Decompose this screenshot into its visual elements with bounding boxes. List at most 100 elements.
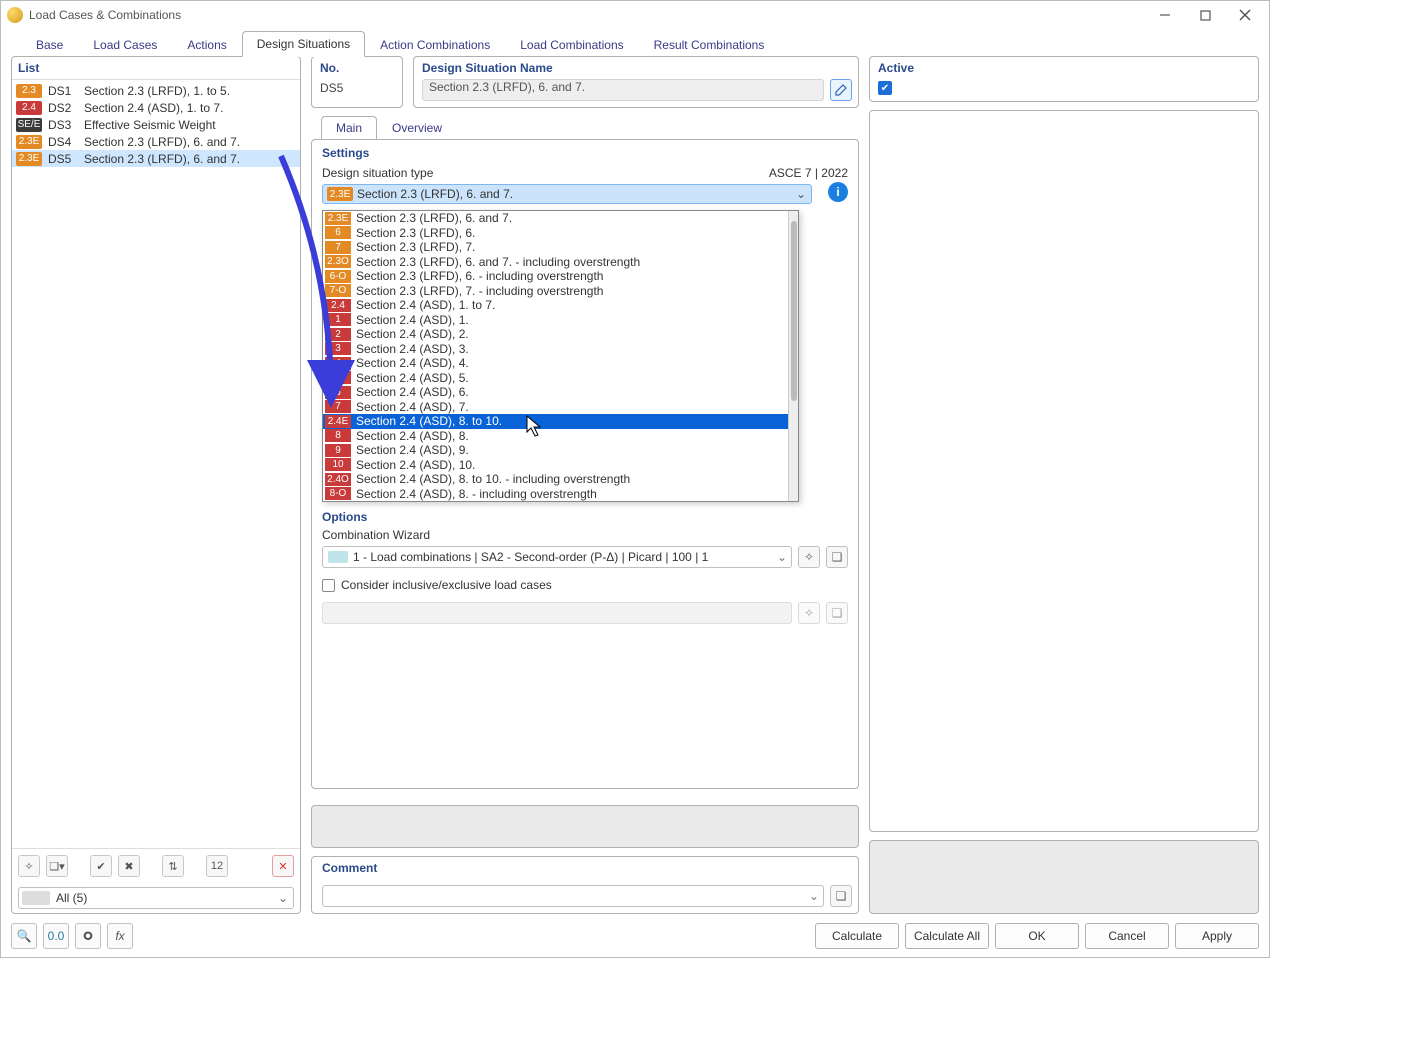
dropdown-scrollbar[interactable] (788, 211, 798, 501)
dropdown-item[interactable]: 2.3E Section 2.3 (LRFD), 6. and 7. (323, 211, 788, 226)
dropdown-item-badge: 8 (325, 429, 351, 442)
tab-design-situations[interactable]: Design Situations (242, 31, 365, 57)
dropdown-item-text: Section 2.4 (ASD), 8. to 10. - including… (356, 472, 630, 486)
ds-id: DS5 (48, 152, 78, 166)
comment-header: Comment (312, 857, 858, 881)
design-situation-name-input[interactable]: Section 2.3 (LRFD), 6. and 7. (422, 79, 824, 101)
cancel-button[interactable]: Cancel (1085, 923, 1169, 949)
dropdown-item-badge: 6 (325, 386, 351, 399)
name-header: Design Situation Name (414, 57, 858, 79)
filter-text: All (5) (50, 891, 273, 905)
dropdown-item[interactable]: 10 Section 2.4 (ASD), 10. (323, 458, 788, 473)
wizard-value: 1 - Load combinations | SA2 - Second-ord… (353, 550, 773, 564)
wizard-edit-button[interactable]: ❏ (826, 546, 848, 568)
uncheck-button[interactable]: ✖ (118, 855, 140, 877)
list-item[interactable]: 2.3E DS5 Section 2.3 (LRFD), 6. and 7. (12, 150, 300, 167)
calculate-button[interactable]: Calculate (815, 923, 899, 949)
subtab-main[interactable]: Main (321, 116, 377, 140)
badge: 2.3E (16, 135, 42, 149)
dropdown-item-badge: 2.3E (325, 212, 351, 225)
dropdown-item[interactable]: 4 Section 2.4 (ASD), 4. (323, 356, 788, 371)
dropdown-item-badge: 2.4 (325, 299, 351, 312)
dropdown-item-text: Section 2.3 (LRFD), 6. and 7. (356, 211, 512, 225)
list-item[interactable]: SE/E DS3 Effective Seismic Weight (12, 116, 300, 133)
badge: 2.4 (16, 101, 42, 115)
units-tool-button[interactable]: 0.0 (43, 923, 69, 949)
dropdown-item[interactable]: 7 Section 2.4 (ASD), 7. (323, 400, 788, 415)
maximize-button[interactable] (1185, 4, 1225, 26)
close-button[interactable] (1225, 4, 1265, 26)
list-item[interactable]: 2.4 DS2 Section 2.4 (ASD), 1. to 7. (12, 99, 300, 116)
dropdown-item-text: Section 2.4 (ASD), 8. - including overst… (356, 487, 597, 501)
dropdown-item[interactable]: 2.4 Section 2.4 (ASD), 1. to 7. (323, 298, 788, 313)
list-filter-dropdown[interactable]: All (5) ⌄ (18, 887, 294, 909)
tab-action-combinations[interactable]: Action Combinations (365, 32, 505, 57)
ok-button[interactable]: OK (995, 923, 1079, 949)
dropdown-item[interactable]: 6 Section 2.4 (ASD), 6. (323, 385, 788, 400)
dropdown-item[interactable]: 2.4E Section 2.4 (ASD), 8. to 10. (323, 414, 788, 429)
dropdown-item-badge: 10 (325, 458, 351, 471)
wizard-color-swatch (328, 551, 348, 563)
dropdown-item[interactable]: 8-O Section 2.4 (ASD), 8. - including ov… (323, 487, 788, 502)
dropdown-item[interactable]: 9 Section 2.4 (ASD), 9. (323, 443, 788, 458)
dropdown-item-badge: 7 (325, 241, 351, 254)
dropdown-item-badge: 2.4O (325, 473, 351, 486)
comment-input[interactable]: ⌄ (322, 885, 824, 907)
list-item[interactable]: 2.3 DS1 Section 2.3 (LRFD), 1. to 5. (12, 82, 300, 99)
dropdown-item[interactable]: 8 Section 2.4 (ASD), 8. (323, 429, 788, 444)
dropdown-item[interactable]: 2.4O Section 2.4 (ASD), 8. to 10. - incl… (323, 472, 788, 487)
comment-attach-button[interactable]: ❏ (830, 885, 852, 907)
standard-reference: ASCE 7 | 2022 (769, 166, 848, 180)
dropdown-item[interactable]: 6 Section 2.3 (LRFD), 6. (323, 226, 788, 241)
ds-name: Section 2.3 (LRFD), 6. and 7. (84, 135, 296, 149)
inclusive-new-button: ✧ (798, 602, 820, 624)
hierarchy-tool-button[interactable]: 🞉 (75, 923, 101, 949)
wizard-new-button[interactable]: ✧ (798, 546, 820, 568)
scrollbar-thumb[interactable] (791, 221, 797, 401)
dropdown-item-badge: 1 (325, 313, 351, 326)
tab-actions[interactable]: Actions (172, 32, 241, 57)
combination-wizard-dropdown[interactable]: 1 - Load combinations | SA2 - Second-ord… (322, 546, 792, 568)
active-header: Active (870, 57, 1258, 79)
design-situation-type-dropdown[interactable]: 2.3E Section 2.3 (LRFD), 6. and 7. ⌄ (322, 184, 812, 204)
design-situation-type-popup[interactable]: 2.3E Section 2.3 (LRFD), 6. and 7.6 Sect… (322, 210, 799, 502)
info-button[interactable]: i (828, 182, 848, 202)
chevron-down-icon: ⌄ (273, 891, 293, 905)
dropdown-item[interactable]: 1 Section 2.4 (ASD), 1. (323, 313, 788, 328)
function-tool-button[interactable]: fx (107, 923, 133, 949)
subtab-overview[interactable]: Overview (377, 116, 457, 140)
dropdown-item[interactable]: 3 Section 2.4 (ASD), 3. (323, 342, 788, 357)
delete-button[interactable]: ✕ (272, 855, 294, 877)
settings-header: Settings (312, 140, 858, 166)
dropdown-item[interactable]: 2.3O Section 2.3 (LRFD), 6. and 7. - inc… (323, 255, 788, 270)
edit-name-button[interactable] (830, 79, 852, 101)
resort-button[interactable]: ⇅ (162, 855, 184, 877)
tab-result-combinations[interactable]: Result Combinations (639, 32, 780, 57)
design-situation-list[interactable]: 2.3 DS1 Section 2.3 (LRFD), 1. to 5. 2.4… (12, 80, 300, 848)
dropdown-item-text: Section 2.4 (ASD), 4. (356, 356, 469, 370)
dropdown-item[interactable]: 7 Section 2.3 (LRFD), 7. (323, 240, 788, 255)
dropdown-item[interactable]: 7-O Section 2.3 (LRFD), 7. - including o… (323, 284, 788, 299)
check-button[interactable]: ✔ (90, 855, 112, 877)
renumber-button[interactable]: 12 (206, 855, 228, 877)
apply-button[interactable]: Apply (1175, 923, 1259, 949)
consider-checkbox[interactable] (322, 579, 335, 592)
preview-area (311, 805, 859, 848)
dropdown-item-badge: 2 (325, 328, 351, 341)
tab-load-cases[interactable]: Load Cases (78, 32, 172, 57)
search-tool-button[interactable]: 🔍 (11, 923, 37, 949)
list-item[interactable]: 2.3E DS4 Section 2.3 (LRFD), 6. and 7. (12, 133, 300, 150)
dropdown-item-text: Section 2.3 (LRFD), 6. (356, 226, 475, 240)
minimize-button[interactable] (1145, 4, 1185, 26)
calculate-all-button[interactable]: Calculate All (905, 923, 989, 949)
dropdown-item-badge: 2.3O (325, 255, 351, 268)
active-checkbox[interactable]: ✔ (878, 81, 892, 95)
copy-button[interactable]: ❏▾ (46, 855, 68, 877)
new-button[interactable]: ✧ (18, 855, 40, 877)
dropdown-item[interactable]: 5 Section 2.4 (ASD), 5. (323, 371, 788, 386)
side-empty-panel (869, 110, 1259, 832)
dropdown-item[interactable]: 6-O Section 2.3 (LRFD), 6. - including o… (323, 269, 788, 284)
tab-base[interactable]: Base (21, 32, 78, 57)
dropdown-item[interactable]: 2 Section 2.4 (ASD), 2. (323, 327, 788, 342)
tab-load-combinations[interactable]: Load Combinations (505, 32, 638, 57)
